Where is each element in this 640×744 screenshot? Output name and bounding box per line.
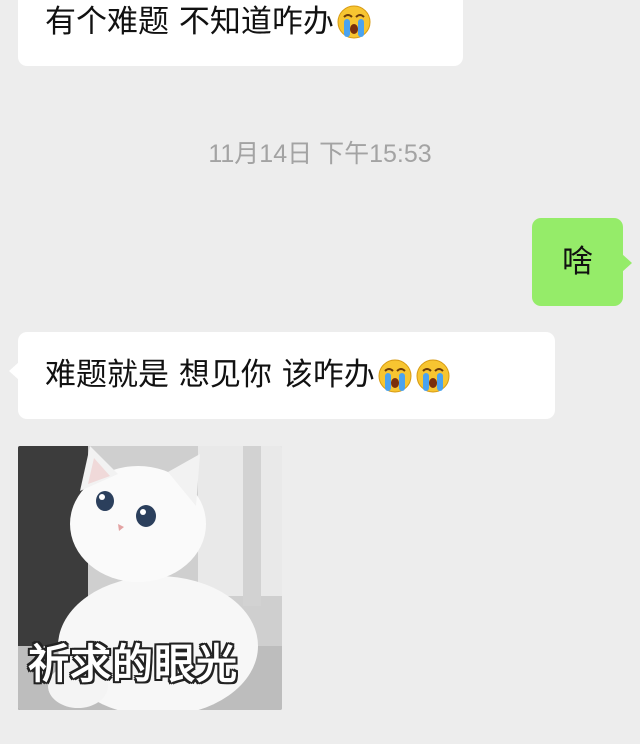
message-text: 难题就是 想见你 该咋办	[45, 357, 375, 393]
chat-timestamp: 11月14日 下午15:53	[208, 140, 432, 168]
message-bubble-incoming[interactable]: 有个难题 不知道咋办	[18, 0, 463, 66]
message-bubble-outgoing[interactable]: 啥	[532, 218, 632, 306]
sticker-image[interactable]: 祈求的眼光	[18, 446, 282, 710]
loudly-crying-face-icon	[336, 4, 372, 40]
loudly-crying-face-icon	[415, 358, 451, 394]
sticker-caption: 祈求的眼光	[28, 640, 238, 688]
message-text: 啥	[562, 243, 593, 280]
loudly-crying-face-icon	[377, 358, 413, 394]
message-bubble-incoming[interactable]: 难题就是 想见你 该咋办	[9, 332, 555, 419]
message-text: 有个难题 不知道咋办	[45, 3, 334, 40]
